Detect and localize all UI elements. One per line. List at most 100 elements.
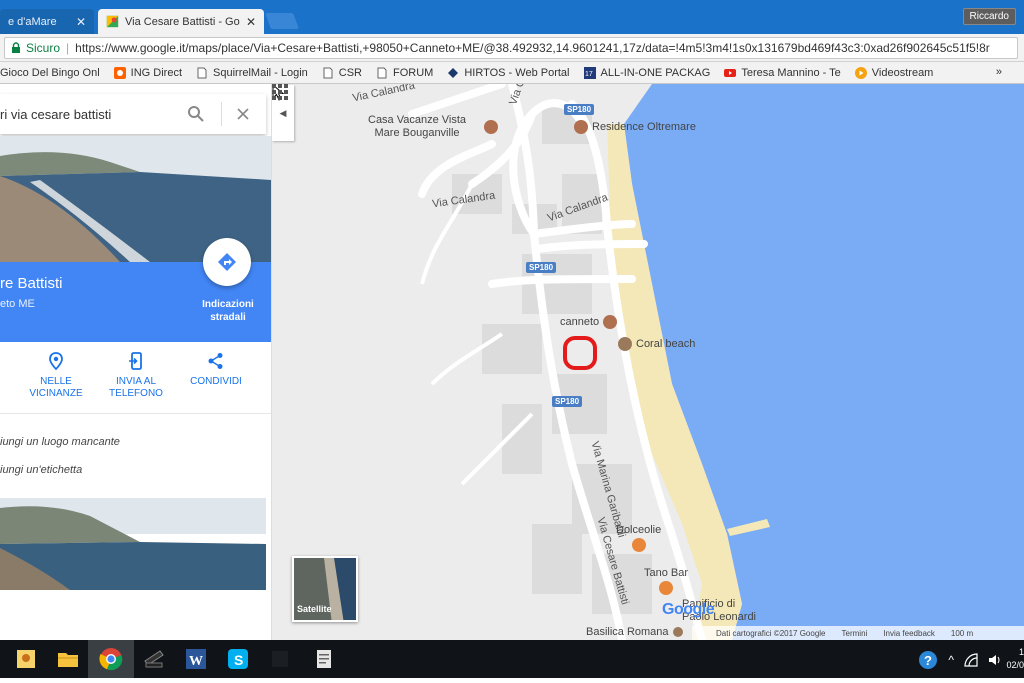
nearby-label: NELLE VICINANZE <box>29 376 83 399</box>
tab-close-icon[interactable]: ✕ <box>246 15 256 29</box>
help-icon[interactable]: ? <box>918 650 938 670</box>
place-title: re Battisti <box>0 275 63 292</box>
bookmark-label: FORUM <box>393 66 434 79</box>
map-geometry <box>272 84 1024 640</box>
aio-icon: 17 <box>583 66 596 79</box>
address-bar[interactable]: Sicuro | https://www.google.it/maps/plac… <box>4 37 1018 59</box>
search-box[interactable]: ri via cesare battisti <box>0 94 266 134</box>
clock[interactable]: 1 02/0 <box>1004 646 1024 672</box>
poi-name: Residence Oltremare <box>592 120 696 133</box>
send-to-phone-button[interactable]: INVIA AL TELEFONO <box>96 352 176 400</box>
page-icon <box>323 67 333 78</box>
bookmark-item[interactable]: FORUM <box>376 67 433 79</box>
feedback-link[interactable]: Invia feedback <box>883 629 935 638</box>
youtube-icon <box>724 68 737 77</box>
videostream-icon <box>854 66 867 79</box>
folder-icon[interactable] <box>56 647 80 671</box>
wifi-icon[interactable] <box>964 653 978 667</box>
scanner-icon[interactable] <box>142 647 166 671</box>
nearby-button[interactable]: NELLE VICINANZE <box>16 352 96 400</box>
place-icon <box>618 337 632 351</box>
windows-taskbar: W S ? ^ 1 02/0 <box>0 640 1024 678</box>
word-icon[interactable]: W <box>184 647 208 671</box>
poi-name-line: Casa Vacanze Vista <box>368 114 467 126</box>
road-shield: SP180 <box>552 396 583 407</box>
bookmark-label: Teresa Mannino - Te <box>741 66 841 79</box>
map-footer: Dati cartografici ©2017 Google Termini I… <box>692 626 1024 640</box>
volume-icon[interactable] <box>988 653 1002 667</box>
poi-name: Coral beach <box>636 337 696 350</box>
poi-coral-beach[interactable]: Coral beach <box>618 337 695 351</box>
search-icon[interactable] <box>187 105 205 123</box>
bookmark-label: HIRTOS - Web Portal <box>464 66 570 79</box>
poi-tano-bar[interactable]: Tano Bar <box>644 567 688 595</box>
bookmark-label: ING Direct <box>130 66 183 79</box>
terms-link[interactable]: Termini <box>842 629 868 638</box>
google-maps-favicon-icon <box>106 15 119 28</box>
chevron-up-icon[interactable]: ^ <box>948 653 954 667</box>
church-icon <box>672 627 683 638</box>
bookmark-label: ALL-IN-ONE PACKAG <box>600 66 711 79</box>
hotel-icon <box>574 120 588 134</box>
explorer-icon[interactable] <box>14 647 38 671</box>
poi-name: Tano Bar <box>644 567 689 579</box>
lock-icon <box>12 42 20 53</box>
send-to-phone-label: INVIA AL TELEFONO <box>109 376 163 399</box>
directions-label[interactable]: Indicazioni stradali <box>190 298 266 324</box>
action-row: NELLE VICINANZE INVIA AL TELEFONO CONDIV… <box>0 346 271 414</box>
poi-name: Dolceolie <box>616 524 662 536</box>
street-photo[interactable] <box>0 498 266 590</box>
new-tab-button[interactable] <box>265 13 299 29</box>
bookmark-item[interactable]: SquirrelMail - Login <box>196 67 308 79</box>
tab-active[interactable]: Via Cesare Battisti - Goo ✕ <box>98 9 264 34</box>
apps-grid-icon[interactable] <box>272 84 288 100</box>
close-icon[interactable] <box>236 107 250 121</box>
poi-casa-vacanze[interactable]: Casa Vacanze Vista Mare Bouganville <box>368 114 498 140</box>
map-canvas[interactable]: ◀ Via Calandra Via C Via Calandra Via Ca… <box>272 84 1024 640</box>
cafe-icon <box>631 538 646 552</box>
bookmark-item[interactable]: Gioco Del Bingo Onl <box>0 67 100 79</box>
hotel-icon <box>484 120 498 134</box>
app-icon[interactable] <box>268 647 292 671</box>
map-data-credits: Dati cartografici ©2017 Google <box>716 628 826 638</box>
bookmark-item[interactable]: 17 ALL-IN-ONE PACKAG <box>583 66 711 79</box>
bookmarks-overflow-button[interactable]: » <box>996 66 1002 78</box>
add-label-link[interactable]: iungi un'etichetta <box>0 464 82 476</box>
browser-tab-strip: e d'aMare ✕ Via Cesare Battisti - Goo ✕ … <box>0 0 1024 34</box>
place-subtitle: eto ME <box>0 298 35 310</box>
search-divider <box>221 102 222 126</box>
bookmark-item[interactable]: ING Direct <box>113 66 183 79</box>
poi-basilica-romana[interactable]: Basilica Romana <box>586 626 683 638</box>
tab-inactive[interactable]: e d'aMare ✕ <box>0 9 94 34</box>
satellite-toggle[interactable]: Satellite <box>292 556 358 622</box>
satellite-label: Satellite <box>297 604 332 614</box>
tab-title: Via Cesare Battisti - Goo <box>125 15 240 28</box>
chrome-icon[interactable] <box>99 647 123 671</box>
url-separator: | <box>66 41 70 55</box>
road-shield: SP180 <box>564 104 595 115</box>
share-button[interactable]: CONDIVIDI <box>176 352 256 388</box>
road-shield: SP180 <box>526 262 557 273</box>
bookmark-item[interactable]: Teresa Mannino - Te <box>724 66 841 79</box>
profile-name-badge[interactable]: Riccardo <box>962 8 1016 25</box>
poi-name-line: Mare Bouganville <box>374 127 460 139</box>
bookmark-item[interactable]: CSR <box>322 67 362 79</box>
poi-dolceolie[interactable]: Dolceolie <box>616 524 661 552</box>
clock-date: 02/0 <box>1006 660 1024 670</box>
ing-icon <box>113 66 126 79</box>
place-panel: ri via cesare battisti re Battisti eto M… <box>0 84 272 640</box>
page-icon <box>197 67 207 78</box>
svg-text:17: 17 <box>585 71 593 78</box>
bookmark-label: Videostream <box>871 66 934 79</box>
poi-canneto[interactable]: canneto <box>560 315 618 329</box>
skype-icon[interactable]: S <box>226 647 250 671</box>
notes-icon[interactable] <box>312 647 336 671</box>
bookmark-item[interactable]: HIRTOS - Web Portal <box>447 66 570 79</box>
directions-button[interactable] <box>203 238 251 286</box>
bookmark-item[interactable]: Videostream <box>854 66 934 79</box>
add-missing-place-link[interactable]: iungi un luogo mancante <box>0 436 120 448</box>
tab-close-icon[interactable]: ✕ <box>76 15 86 29</box>
search-input[interactable]: ri via cesare battisti <box>0 107 187 122</box>
url-text[interactable]: https://www.google.it/maps/place/Via+Ces… <box>75 41 1017 55</box>
poi-residence-oltremare[interactable]: Residence Oltremare <box>574 120 696 134</box>
